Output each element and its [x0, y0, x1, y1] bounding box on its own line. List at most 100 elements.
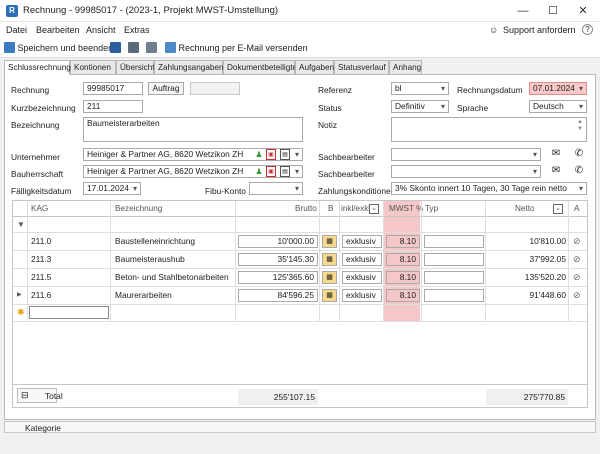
close-button[interactable]: ✕: [568, 0, 598, 22]
help-icon[interactable]: ?: [582, 24, 593, 35]
auftrag-button[interactable]: Auftrag: [148, 82, 184, 95]
new-row-kag-input[interactable]: [29, 306, 109, 319]
kategorie-bar[interactable]: Kategorie: [4, 421, 596, 433]
kurzbezeichnung-field[interactable]: 211: [83, 100, 143, 113]
zahlungskonditionen-select[interactable]: 3% Skonto innert 10 Tagen, 30 Tage rein …: [391, 182, 587, 195]
cell-mwst[interactable]: 8.10: [386, 235, 420, 248]
table-row[interactable]: ▶ 211.6 Maurerarbeiten 84'596.25 ▦ exklu…: [13, 287, 587, 304]
header-brutto[interactable]: Brutto: [295, 201, 317, 217]
cell-brutto[interactable]: 10'000.00: [238, 235, 318, 248]
maximize-button[interactable]: ☐: [538, 0, 568, 22]
tab-dokumentbeteiligte[interactable]: Dokumentbeteiligte: [223, 60, 297, 74]
referenz-value: bl: [395, 83, 402, 93]
table-row[interactable]: 211.5 Beton- und Stahlbetonarbeiten 125'…: [13, 269, 587, 286]
person-icon[interactable]: ♟: [254, 166, 264, 177]
sachbearbeiter1-select[interactable]: [391, 148, 541, 161]
sprache-select[interactable]: Deutsch: [529, 100, 587, 113]
person-icon[interactable]: ♟: [254, 149, 264, 160]
minimize-button[interactable]: —: [508, 0, 538, 22]
faelligkeitsdatum-value: 17.01.2024: [87, 183, 129, 193]
header-a[interactable]: A: [574, 201, 579, 217]
bauherrschaft-value: Heiniger & Partner AG, 8620 Wetzikon ZH: [87, 166, 244, 176]
menu-ansicht[interactable]: Ansicht: [86, 25, 116, 35]
calculator-icon[interactable]: ▦: [322, 289, 337, 302]
table-row[interactable]: 211.0 Baustelleneinrichtung 10'000.00 ▦ …: [13, 233, 587, 250]
print-icon[interactable]: [128, 41, 139, 55]
tab-aufgaben[interactable]: Aufgaben: [295, 60, 334, 74]
contact-icon[interactable]: ▤: [280, 166, 290, 177]
cell-brutto[interactable]: 35'145.30: [238, 253, 318, 266]
cell-inkl[interactable]: exklusiv: [342, 289, 382, 302]
sachbearbeiter2-select[interactable]: [391, 165, 541, 178]
menu-bar: Datei Bearbeiten Ansicht Extras ☺ Suppor…: [0, 22, 600, 38]
rechnung-label: Rechnung: [11, 85, 50, 95]
referenz-select[interactable]: bl: [391, 82, 449, 95]
tab-statusverlauf[interactable]: Statusverlauf: [334, 60, 389, 74]
address-card-icon[interactable]: ▣: [266, 166, 276, 177]
cell-inkl[interactable]: exklusiv: [342, 271, 382, 284]
rechnungsdatum-value: 07.01.2024: [533, 83, 575, 93]
phone-icon[interactable]: ✆: [574, 165, 584, 176]
header-typ[interactable]: Typ: [425, 201, 438, 217]
tab-uebersicht[interactable]: Übersicht: [116, 60, 155, 74]
cell-typ[interactable]: [424, 289, 484, 302]
attachment-icon[interactable]: ⊘: [573, 271, 581, 284]
contact-icon[interactable]: ▤: [280, 149, 290, 160]
attachment-icon[interactable]: ⊘: [573, 253, 581, 266]
menu-bearbeiten[interactable]: Bearbeiten: [36, 25, 80, 35]
table-row[interactable]: 211.3 Baumeisteraushub 35'145.30 ▦ exklu…: [13, 251, 587, 268]
sigma-icon: ⊟: [21, 390, 29, 400]
save-icon[interactable]: [110, 41, 121, 55]
cell-mwst[interactable]: 8.10: [386, 271, 420, 284]
faelligkeitsdatum-field[interactable]: 17.01.2024: [83, 182, 141, 195]
cell-brutto[interactable]: 125'365.60: [238, 271, 318, 284]
phone-icon[interactable]: ✆: [574, 148, 584, 159]
calculator-icon[interactable]: ▦: [322, 253, 337, 266]
header-mwst[interactable]: MWST %: [389, 201, 423, 217]
cell-netto: 10'810.00: [529, 236, 566, 246]
email-button[interactable]: Rechnung per E-Mail versenden: [165, 41, 308, 55]
header-netto[interactable]: Netto: [515, 201, 535, 217]
notiz-field[interactable]: [391, 117, 587, 142]
tab-schlussrechnung[interactable]: Schlussrechnung: [4, 60, 71, 75]
cell-brutto[interactable]: 84'596.25: [238, 289, 318, 302]
cell-inkl[interactable]: exklusiv: [342, 253, 382, 266]
support-button[interactable]: Support anfordern: [503, 25, 576, 35]
header-kag[interactable]: KAG: [31, 201, 48, 217]
fibu-konto-select[interactable]: [249, 182, 303, 195]
bezeichnung-field[interactable]: Baumeisterarbeiten: [83, 117, 303, 142]
mail-icon[interactable]: ✉: [551, 165, 561, 176]
attachment-icon[interactable]: ⊘: [573, 235, 581, 248]
address-card-icon[interactable]: ▣: [266, 149, 276, 160]
attachment-icon[interactable]: ⊘: [573, 289, 581, 302]
notiz-scroll-icon[interactable]: ▲ ▼: [577, 119, 583, 133]
cell-typ[interactable]: [424, 253, 484, 266]
header-bezeichnung[interactable]: Bezeichnung: [115, 201, 162, 217]
tab-kontionen[interactable]: Kontionen: [70, 60, 116, 74]
auftrag-field[interactable]: [190, 82, 240, 95]
sachbearbeiter1-label: Sachbearbeiter: [318, 152, 375, 162]
calculator-icon[interactable]: ▦: [322, 235, 337, 248]
cell-inkl[interactable]: exklusiv: [342, 235, 382, 248]
save-close-button[interactable]: Speichern und beenden: [4, 41, 113, 55]
calculator-icon[interactable]: ▦: [322, 271, 337, 284]
cell-typ[interactable]: [424, 271, 484, 284]
rechnungsdatum-field[interactable]: 07.01.2024: [529, 82, 587, 95]
header-b[interactable]: B: [328, 201, 333, 217]
tab-anhang[interactable]: Anhang: [389, 60, 422, 74]
cell-mwst[interactable]: 8.10: [386, 289, 420, 302]
rechnung-field[interactable]: 99985017: [83, 82, 143, 95]
tab-zahlungsangaben[interactable]: Zahlungsangaben: [154, 60, 224, 74]
header-netto-filter-icon[interactable]: ⌄: [553, 204, 563, 214]
header-inkl-filter-icon[interactable]: ⌄: [369, 204, 379, 214]
header-inkl[interactable]: inkl/exkl: [341, 201, 370, 217]
filter-icon[interactable]: ▼: [17, 220, 25, 229]
print-settings-icon[interactable]: [146, 41, 157, 55]
cell-mwst[interactable]: 8.10: [386, 253, 420, 266]
new-row[interactable]: ✱: [13, 305, 587, 321]
cell-typ[interactable]: [424, 235, 484, 248]
menu-datei[interactable]: Datei: [6, 25, 27, 35]
mail-icon[interactable]: ✉: [551, 148, 561, 159]
menu-extras[interactable]: Extras: [124, 25, 150, 35]
status-select[interactable]: Definitiv: [391, 100, 449, 113]
